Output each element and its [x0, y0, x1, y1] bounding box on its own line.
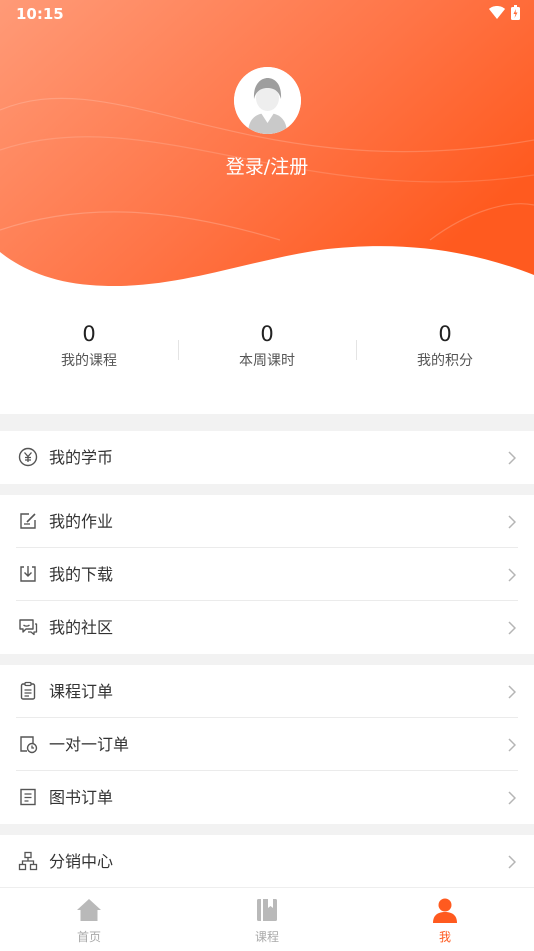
stat-value: 0	[260, 322, 274, 346]
tab-label: 首页	[76, 930, 101, 944]
org-chart-icon	[18, 851, 38, 871]
chevron-right-icon	[508, 738, 516, 752]
menu-item-label: 分销中心	[49, 852, 114, 871]
stat-value: 0	[82, 322, 96, 346]
menu-item-label: 我的下载	[49, 565, 114, 584]
wifi-icon	[489, 6, 505, 19]
profile-header: 10:15 登录/注册	[0, 0, 534, 300]
status-bar: 10:15	[0, 0, 534, 28]
section-divider	[0, 414, 534, 431]
yuan-coin-icon	[18, 447, 38, 467]
menu-item-label: 图书订单	[49, 788, 114, 807]
menu-item-one-on-one-orders[interactable]: 一对一订单	[0, 718, 534, 771]
chevron-right-icon	[508, 855, 516, 869]
menu-item-community[interactable]: 我的社区	[0, 601, 534, 654]
menu-item-label: 课程订单	[49, 682, 114, 701]
chevron-right-icon	[508, 451, 516, 465]
tab-label: 课程	[254, 930, 279, 944]
chevron-right-icon	[508, 791, 516, 805]
menu-item-label: 我的作业	[49, 512, 114, 531]
tab-courses[interactable]: 课程	[178, 888, 356, 951]
stat-divider	[356, 340, 357, 360]
section-divider	[0, 824, 534, 835]
stat-label: 我的积分	[417, 353, 473, 369]
menu-item-coins[interactable]: 我的学币	[0, 431, 534, 484]
stat-my-points[interactable]: 0 我的积分	[356, 320, 534, 390]
stat-my-courses[interactable]: 0 我的课程	[0, 320, 178, 390]
stat-divider	[178, 340, 179, 360]
section-divider	[0, 484, 534, 495]
chat-bubbles-icon	[19, 619, 38, 636]
edit-note-icon	[20, 513, 36, 529]
menu-item-downloads[interactable]: 我的下载	[0, 548, 534, 601]
menu-item-homework[interactable]: 我的作业	[0, 495, 534, 548]
menu-item-label: 一对一订单	[49, 735, 130, 754]
clipboard-icon	[20, 681, 36, 700]
menu-list: 我的学币 我的作业 我的下载 我的社区 课程订单 一对一订单 图书订单 分销中心	[0, 414, 534, 888]
book-icon	[257, 899, 277, 921]
tab-label: 我	[438, 930, 451, 944]
default-avatar-icon	[234, 67, 301, 134]
tab-me[interactable]: 我	[356, 888, 534, 951]
stat-value: 0	[438, 322, 452, 346]
download-icon	[20, 566, 36, 582]
tab-home[interactable]: 首页	[0, 888, 178, 951]
menu-item-book-orders[interactable]: 图书订单	[0, 771, 534, 824]
battery-icon	[511, 5, 520, 20]
home-icon	[77, 899, 101, 921]
book-document-icon	[20, 788, 36, 806]
status-time: 10:15	[16, 5, 64, 23]
section-divider	[0, 654, 534, 665]
stats-row: 0 我的课程 0 本周课时 0 我的积分	[0, 320, 534, 390]
login-register-link[interactable]: 登录/注册	[0, 152, 534, 179]
stat-weekly-hours[interactable]: 0 本周课时	[178, 320, 356, 390]
calendar-clock-icon	[20, 736, 38, 754]
stat-label: 我的课程	[61, 353, 117, 369]
chevron-right-icon	[508, 568, 516, 582]
menu-item-distribution[interactable]: 分销中心	[0, 835, 534, 888]
header-wave-background	[0, 0, 534, 287]
chevron-right-icon	[508, 621, 516, 635]
menu-item-label: 我的学币	[49, 448, 114, 467]
bottom-navigation: 首页 课程 我	[0, 887, 534, 951]
menu-item-label: 我的社区	[49, 618, 114, 637]
person-icon	[433, 898, 457, 923]
avatar[interactable]	[234, 67, 301, 134]
chevron-right-icon	[508, 515, 516, 529]
chevron-right-icon	[508, 685, 516, 699]
stat-label: 本周课时	[239, 353, 295, 369]
menu-item-course-orders[interactable]: 课程订单	[0, 665, 534, 718]
